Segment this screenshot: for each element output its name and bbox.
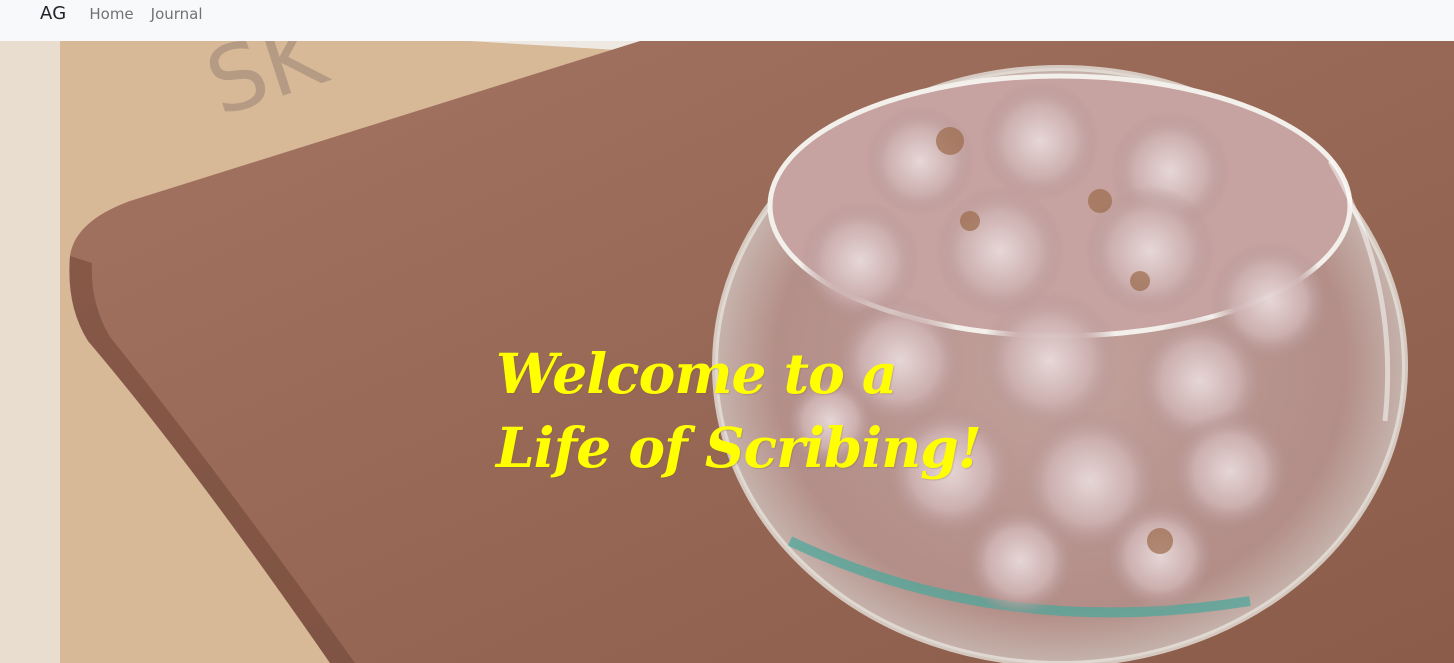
brand-logo-link[interactable]: AG [40,3,66,24]
hero-heading: Welcome to a Life of Scribing! [496,337,982,485]
hero-heading-line-1: Welcome to a [496,341,898,406]
nav-link-journal[interactable]: Journal [151,5,203,23]
hero-banner: SK Welcome to a Life of Scribing! [0,41,1454,663]
top-navbar: AG Home Journal [0,0,1454,41]
hero-heading-line-2: Life of Scribing! [496,415,982,480]
nav-link-home[interactable]: Home [89,5,133,23]
